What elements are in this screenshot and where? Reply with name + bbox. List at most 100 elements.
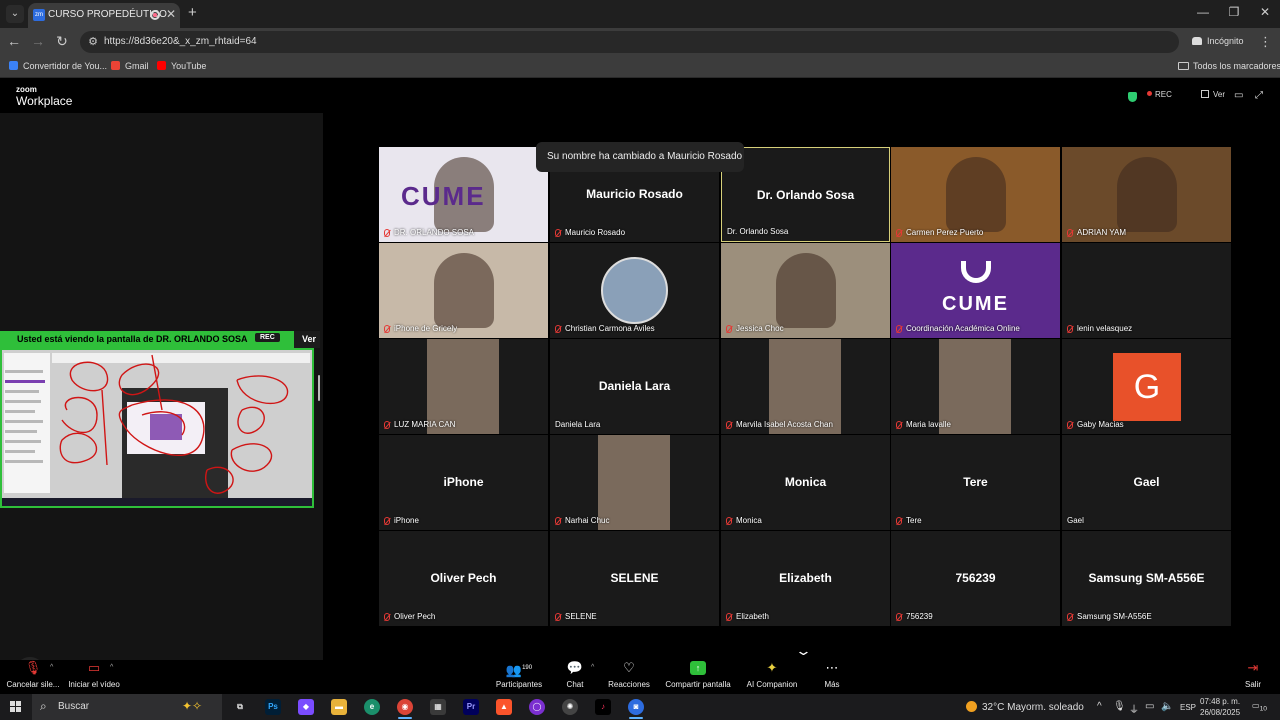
system-clock[interactable]: 07:48 p. m. 26/08/2025 (1200, 696, 1240, 718)
language-indicator[interactable]: ESP (1180, 703, 1196, 712)
participant-tile[interactable]: Carmen Perez Puerto (891, 147, 1060, 242)
shared-screen-thumbnail[interactable] (0, 348, 314, 508)
video-options-caret-icon[interactable]: ^ (110, 664, 113, 671)
participant-tile[interactable]: LUZ MARIA CAN (379, 339, 548, 434)
participant-tile[interactable]: lenin velasquez (1062, 243, 1231, 338)
tab-close-icon[interactable]: ✕ (166, 7, 176, 21)
participant-tile[interactable]: Jessica Choc (721, 243, 890, 338)
participant-tile[interactable]: Christian Carmona Aviles (550, 243, 719, 338)
chat-options-caret-icon[interactable]: ^ (591, 664, 594, 671)
participant-tile[interactable]: Narhai Chuc (550, 435, 719, 530)
participant-name-label: lenin velasquez (1067, 324, 1132, 333)
close-window-button[interactable]: ✕ (1255, 5, 1275, 19)
panel-resize-handle[interactable] (318, 375, 320, 401)
participant-tile[interactable]: Oliver Pech Oliver Pech (379, 531, 548, 626)
address-bar[interactable]: ⚙ https://8d36e20&_x_zm_rhtaid=64 (80, 31, 1179, 53)
audio-options-caret-icon[interactable]: ^ (50, 664, 53, 671)
forward-arrow-icon[interactable]: → (29, 33, 47, 49)
reload-icon[interactable]: ↻ (53, 33, 71, 50)
participant-tile[interactable]: iPhone de Gricely (379, 243, 548, 338)
photoshop-icon[interactable]: Ps (265, 699, 281, 715)
view-label: Ver (1213, 90, 1226, 99)
tray-overflow-icon[interactable]: ^ (1097, 701, 1102, 712)
chrome-icon[interactable]: ◉ (397, 699, 413, 715)
minimize-meeting-icon[interactable]: ▭ (1234, 90, 1243, 101)
participant-tile[interactable]: Maria lavalle (891, 339, 1060, 434)
all-bookmarks[interactable]: Todos los marcadores (1178, 61, 1280, 71)
tray-usb-icon[interactable]: ⏚ (1129, 701, 1139, 716)
chatgpt-icon[interactable]: ✺ (562, 699, 578, 715)
copilot-icon[interactable]: ◆ (298, 699, 314, 715)
bookmark-convertidor[interactable]: Convertidor de You... (9, 61, 107, 71)
bookmark-gmail[interactable]: Gmail (111, 61, 149, 71)
participant-tile[interactable]: CUME Coordinación Académica Online (891, 243, 1060, 338)
unmute-label: Cancelar sile... (6, 680, 60, 689)
store-icon[interactable]: ▦ (430, 699, 446, 715)
site-info-icon[interactable]: ⚙ (86, 35, 100, 49)
gmail-icon (111, 61, 120, 70)
chat-button[interactable]: 💬 Chat (562, 660, 588, 689)
chevron-down-icon[interactable]: ⌄ (795, 643, 812, 659)
participant-name-label: 756239 (896, 612, 933, 621)
back-arrow-icon[interactable]: ← (5, 33, 23, 49)
participant-name-label: Christian Carmona Aviles (555, 324, 655, 333)
tray-volume-icon[interactable]: 🔈 (1161, 701, 1173, 712)
share-screen-button[interactable]: ↑ Compartir pantalla (664, 660, 732, 689)
file-explorer-icon[interactable]: ▬ (331, 699, 347, 715)
participant-tile[interactable]: ADRIAN YAM (1062, 147, 1231, 242)
participant-name: ADRIAN YAM (1077, 228, 1127, 237)
view-button[interactable]: Ver (1201, 90, 1225, 99)
participant-tile[interactable]: Gael Gael (1062, 435, 1231, 530)
participant-tile[interactable]: iPhone iPhone (379, 435, 548, 530)
participant-tile[interactable]: Daniela Lara Daniela Lara (550, 339, 719, 434)
brave-icon[interactable]: ▲ (496, 699, 512, 715)
avatar (601, 257, 668, 324)
mic-muted-icon (896, 516, 902, 525)
ai-companion-button[interactable]: ✦ AI Companion (745, 660, 799, 689)
browser-menu-icon[interactable]: ⋮ (1259, 34, 1272, 50)
tiktok-icon[interactable]: ♪ (595, 699, 611, 715)
weather-widget[interactable]: 32°C Mayorm. soleado (966, 701, 1084, 713)
taskbar-search[interactable]: ⌕ Buscar ✦✧ (32, 694, 222, 720)
fullscreen-icon[interactable]: ⤢ (1255, 90, 1263, 101)
reactions-button[interactable]: ♡ Reacciones (608, 660, 650, 689)
edge-icon[interactable]: e (364, 699, 380, 715)
shield-icon[interactable] (1128, 92, 1137, 102)
new-tab-button[interactable]: + (188, 4, 197, 21)
more-button[interactable]: ⋯ Más (820, 660, 844, 689)
participant-tile[interactable]: Marvila Isabel Acosta Chan (721, 339, 890, 434)
tab-search-button[interactable]: ⌄ (6, 5, 24, 23)
share-view-options-button[interactable]: Ver (294, 331, 320, 348)
participant-display-name: SELENE (610, 571, 659, 585)
minimize-button[interactable]: — (1193, 5, 1213, 19)
app-circle-icon[interactable]: ◯ (529, 699, 545, 715)
participant-tile[interactable]: G Gaby Macias (1062, 339, 1231, 434)
task-view-icon[interactable]: ⧉ (232, 699, 248, 715)
participant-tile[interactable]: Tere Tere (891, 435, 1060, 530)
premiere-icon[interactable]: Pr (463, 699, 479, 715)
participant-tile[interactable]: 756239 756239 (891, 531, 1060, 626)
restore-button[interactable]: ❐ (1224, 5, 1244, 19)
windows-start-icon[interactable] (10, 701, 22, 713)
recording-badge[interactable]: REC (1147, 90, 1172, 99)
notifications-icon[interactable]: ▭10 (1252, 701, 1267, 713)
tray-mic-icon[interactable]: 🎙 (1113, 701, 1126, 712)
incognito-badge[interactable]: Incógnito (1192, 36, 1244, 46)
participant-tile[interactable]: CUME DR. ORLANDO SOSA (379, 147, 548, 242)
participants-button[interactable]: 👥190 Participantes (494, 660, 544, 689)
participant-tile[interactable]: SELENE SELENE (550, 531, 719, 626)
url-text[interactable]: https://8d36e20&_x_zm_rhtaid=64 (104, 36, 257, 47)
start-video-button[interactable]: ▭ Iniciar el vídeo (66, 660, 122, 689)
participant-tile[interactable]: Elizabeth Elizabeth (721, 531, 890, 626)
tray-network-icon[interactable]: ▭ (1145, 701, 1154, 712)
bookmark-youtube[interactable]: YouTube (157, 61, 206, 71)
leave-button[interactable]: ⇥ Salir (1240, 660, 1266, 689)
participant-tile[interactable]: Dr. Orlando Sosa Dr. Orlando Sosa (721, 147, 890, 242)
participant-name: DR. ORLANDO SOSA (394, 228, 475, 237)
participant-name-label: Daniela Lara (555, 420, 600, 429)
participant-tile[interactable]: Samsung SM-A556E Samsung SM-A556E (1062, 531, 1231, 626)
browser-tab[interactable]: zm CURSO PROPEDÉUTICO ✕ (28, 3, 180, 28)
cume-logo-mark-icon (961, 261, 991, 283)
zoom-app-icon[interactable]: ◙ (628, 699, 644, 715)
participant-tile[interactable]: Monica Monica (721, 435, 890, 530)
